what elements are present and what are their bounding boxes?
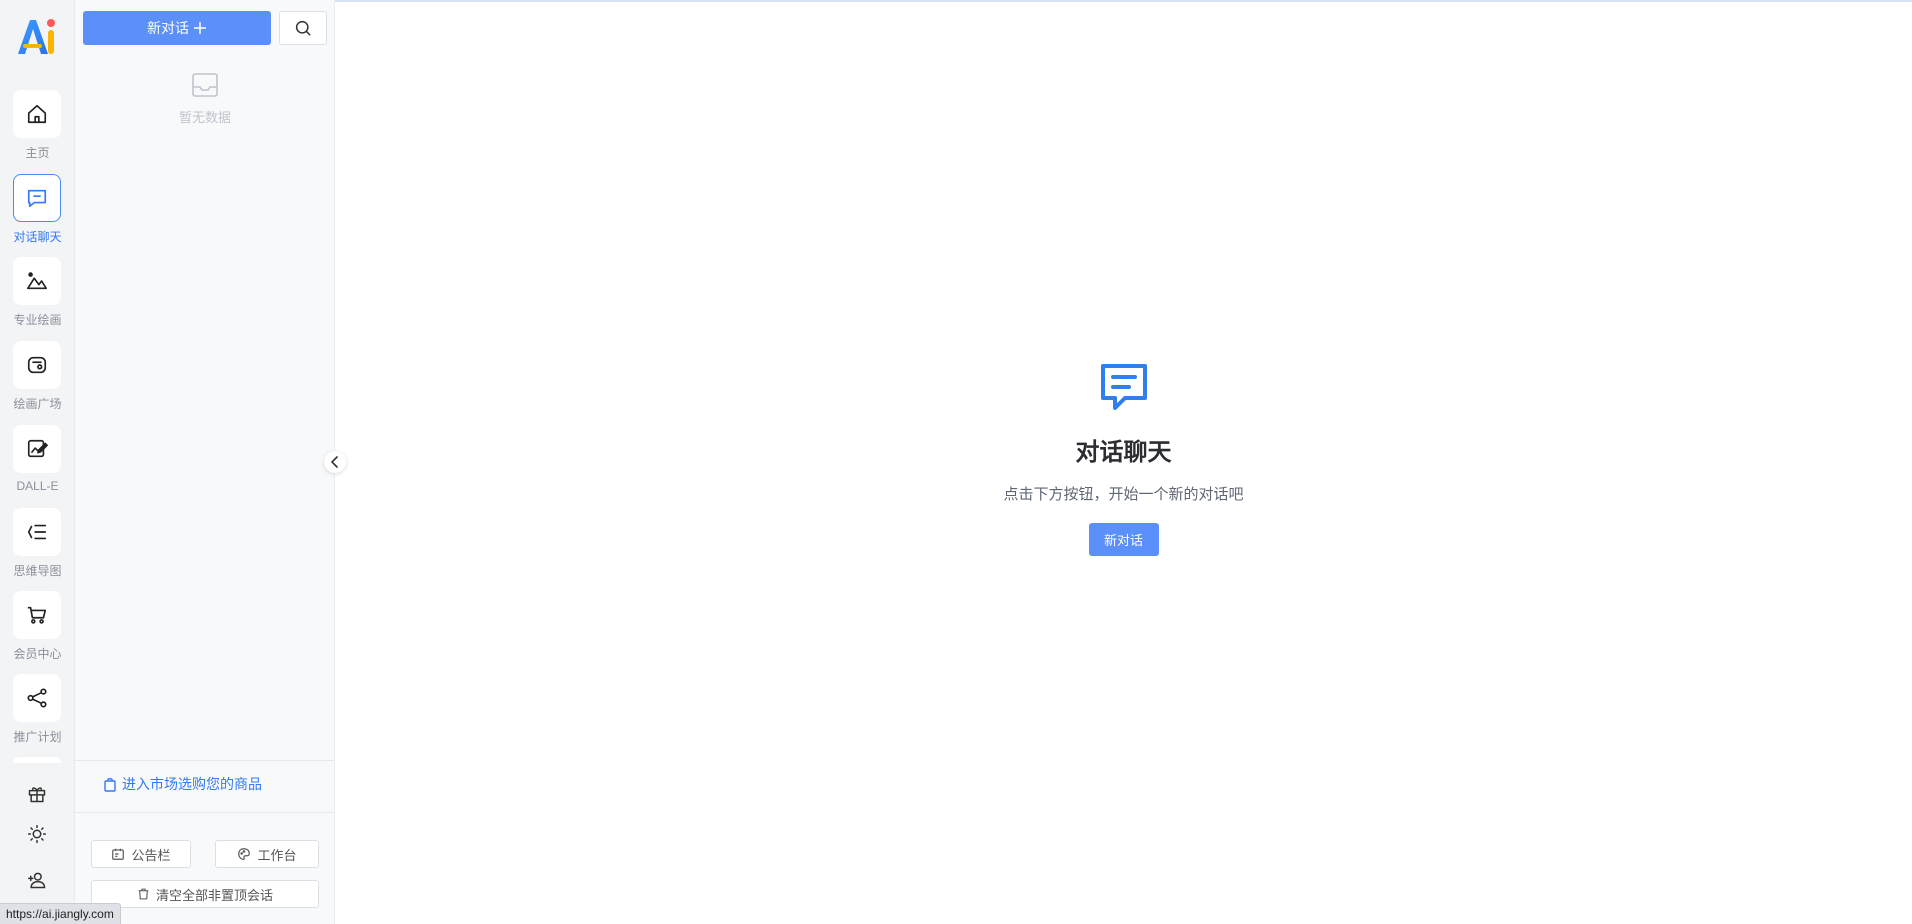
status-bar-url: https://ai.jiangly.com [0,903,121,924]
market-link[interactable]: 进入市场选购您的商品 [103,774,262,794]
sidebar-item-chat[interactable]: 对话聊天 [0,174,75,250]
divider [75,812,334,813]
nav-rail: 主页 对话聊天 专业绘画 绘画广场 DALL-E 思维导图 会员中心 推广计划 [0,0,75,924]
scroll-peek [13,757,61,763]
sidebar-item-home[interactable]: 主页 [0,90,75,166]
search-icon [295,20,311,36]
edit-image-icon [27,439,48,458]
nav-box[interactable] [13,341,61,389]
sidebar-item-mindmap[interactable]: 思维导图 [0,508,75,584]
page-title: 对话聊天 [1075,439,1172,466]
trash-icon [138,888,149,900]
empty-text: 暂无数据 [178,110,231,125]
main-empty-state: 对话聊天 点击下方按钮，开始一个新的对话吧 新对话 [335,360,1912,556]
nav-box[interactable] [13,674,61,722]
clear-conversations-label: 清空全部非置顶会话 [155,887,273,903]
cart-icon [27,606,47,624]
nav-box[interactable] [13,425,61,473]
sidebar-item-dalle[interactable]: DALL-E [0,425,75,501]
workbench-button[interactable]: 工作台 [215,840,319,868]
clear-conversations-button[interactable]: 清空全部非置顶会话 [91,880,319,908]
shopping-bag-icon [104,777,116,792]
search-button[interactable] [279,11,327,45]
inbox-icon [192,73,218,97]
notice-board-label: 公告栏 [131,847,171,863]
mountain-icon [27,272,47,290]
palette-icon [238,848,251,860]
plus-icon [194,22,206,34]
conversation-panel: 新对话 暂无数据 进入市场选购您的商品 公告栏 工作台 清空全部非置顶会话 [75,0,335,924]
market-link-label: 进入市场选购您的商品 [122,776,262,792]
share-icon [27,688,47,708]
sidebar-item-label: 会员中心 [13,647,62,661]
user-add-icon[interactable] [25,868,49,892]
sun-icon[interactable] [25,822,49,846]
new-chat-button[interactable]: 新对话 [83,11,271,45]
home-icon [27,104,47,124]
sidebar-item-promotion[interactable]: 推广计划 [0,674,75,750]
chat-bubble-icon [1097,360,1151,414]
sidebar-item-label: DALL-E [16,479,59,493]
sidebar-item-drawing[interactable]: 专业绘画 [0,257,75,333]
new-chat-label: 新对话 [147,20,189,36]
sidebar-item-label: 绘画广场 [13,397,62,411]
sidebar-item-label: 思维导图 [13,564,62,578]
nav-box[interactable] [13,257,61,305]
sidebar-item-label: 专业绘画 [13,313,62,327]
workbench-label: 工作台 [257,847,297,863]
nav-box[interactable] [13,90,61,138]
gallery-icon [27,356,47,374]
nav-box[interactable] [13,508,61,556]
sidebar-item-label: 主页 [25,146,50,160]
nav-box[interactable] [13,591,61,639]
sidebar-item-membership[interactable]: 会员中心 [0,591,75,667]
notice-board-button[interactable]: 公告栏 [91,840,191,868]
nav-box[interactable] [13,174,61,222]
sidebar-item-gallery[interactable]: 绘画广场 [0,341,75,417]
sidebar-item-label: 对话聊天 [13,230,62,244]
start-new-chat-button[interactable]: 新对话 [1088,523,1159,556]
chat-icon [27,189,47,208]
empty-state: 暂无数据 [75,72,335,126]
app-logo[interactable] [14,14,60,58]
divider [75,760,334,761]
notice-icon [112,848,125,860]
sidebar-item-label: 推广计划 [13,730,62,744]
gift-icon[interactable] [25,782,49,806]
page-subtitle: 点击下方按钮，开始一个新的对话吧 [1003,486,1244,503]
mindmap-icon [27,524,47,540]
